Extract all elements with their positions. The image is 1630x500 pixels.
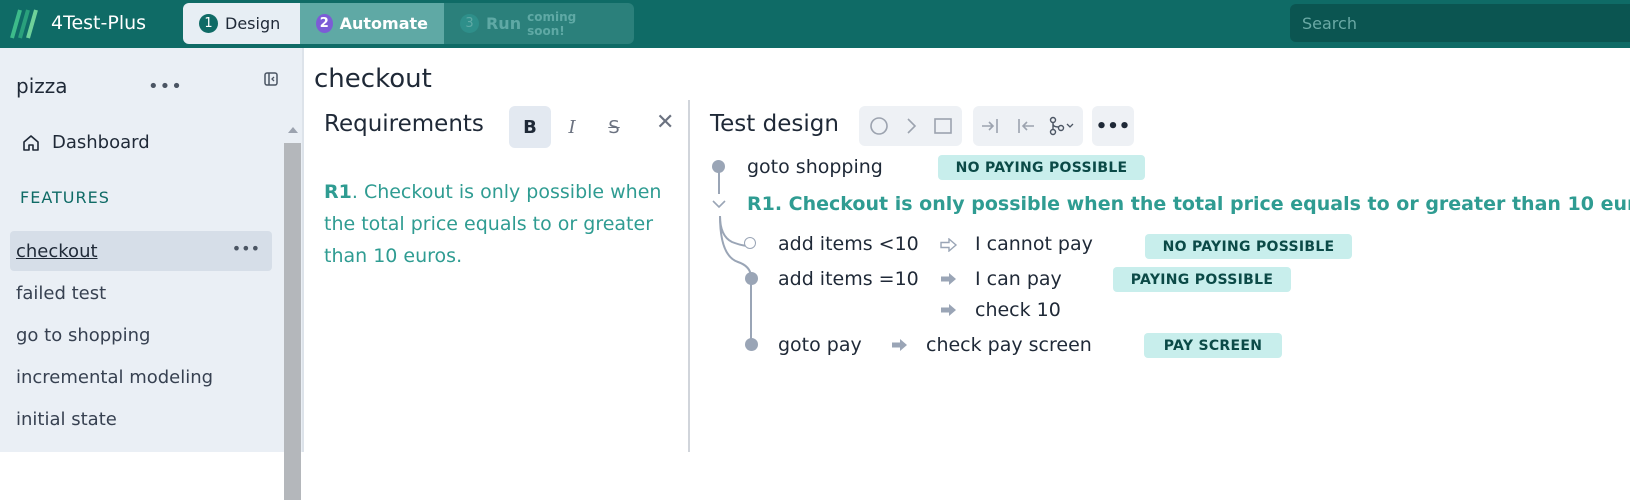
sidebar-item-label: checkout xyxy=(16,240,98,262)
sidebar-divider xyxy=(302,48,304,452)
node-dot[interactable] xyxy=(745,338,758,351)
tab-automate-number: 2 xyxy=(316,14,333,33)
tree-connector xyxy=(718,172,720,194)
scroll-thumb[interactable] xyxy=(284,143,301,500)
state-badge[interactable]: NO PAYING POSSIBLE xyxy=(1145,234,1352,259)
sidebar-item-go-to-shopping[interactable]: go to shopping xyxy=(10,315,272,355)
home-icon xyxy=(23,134,39,151)
test-design-title: Test design xyxy=(710,111,839,137)
branch-icon[interactable] xyxy=(1048,116,1076,136)
mode-tabs: 1 Design 2 Automate 3 Run coming soon! xyxy=(183,3,634,44)
features-heading: FEATURES xyxy=(20,188,110,207)
state-badge[interactable]: PAY SCREEN xyxy=(1144,333,1282,358)
dashboard-link[interactable]: Dashboard xyxy=(22,132,150,153)
tab-run-note: coming soon! xyxy=(527,9,577,38)
shape-toolbar xyxy=(859,106,962,146)
dashboard-label: Dashboard xyxy=(52,132,150,153)
node-result[interactable]: check pay screen xyxy=(926,334,1092,356)
chevron-down-icon[interactable] xyxy=(711,198,727,210)
strikethrough-button[interactable]: S xyxy=(593,106,635,148)
panel-divider[interactable] xyxy=(688,100,690,452)
sidebar: pizza ••• Dashboard FEATURES checkout ••… xyxy=(0,48,304,500)
node-result[interactable]: I can pay xyxy=(975,268,1062,290)
search-box xyxy=(1290,4,1630,42)
sidebar-item-checkout[interactable]: checkout ••• xyxy=(10,231,272,271)
node-action[interactable]: goto shopping xyxy=(747,156,883,178)
requirement-ref: R1 xyxy=(324,181,352,203)
node-action[interactable]: add items <10 xyxy=(778,233,919,255)
close-icon[interactable]: ✕ xyxy=(656,110,674,135)
arrow-right-outline-icon xyxy=(940,238,958,252)
page-title: checkout xyxy=(314,64,432,94)
node-dot[interactable] xyxy=(712,160,725,173)
sidebar-item-incremental-modeling[interactable]: incremental modeling xyxy=(10,357,272,397)
tab-design-number: 1 xyxy=(199,14,218,33)
item-more-icon[interactable]: ••• xyxy=(232,239,260,258)
tab-run-label: Run xyxy=(485,14,522,33)
requirements-title: Requirements xyxy=(324,111,484,137)
search-input[interactable] xyxy=(1300,12,1624,34)
tab-design[interactable]: 1 Design xyxy=(183,3,300,44)
state-badge[interactable]: NO PAYING POSSIBLE xyxy=(938,155,1145,180)
requirement-text[interactable]: R1. Checkout is only possible when the t… xyxy=(324,176,664,272)
node-dot[interactable] xyxy=(745,272,758,285)
project-more-icon[interactable]: ••• xyxy=(148,76,183,97)
tab-run-number: 3 xyxy=(460,14,479,33)
bold-button[interactable]: B xyxy=(509,106,551,148)
collapse-sidebar-icon[interactable] xyxy=(264,72,278,86)
node-result[interactable]: check 10 xyxy=(975,299,1061,321)
node-action[interactable]: add items =10 xyxy=(778,268,919,290)
sidebar-item-label: failed test xyxy=(16,282,107,304)
scroll-up-icon[interactable] xyxy=(288,127,298,133)
indent-toolbar xyxy=(973,106,1083,146)
arrow-right-icon xyxy=(941,304,956,316)
node-ring[interactable] xyxy=(744,237,756,249)
requirement-node[interactable]: R1. Checkout is only possible when the t… xyxy=(747,193,1630,215)
state-badge[interactable]: PAYING POSSIBLE xyxy=(1113,267,1291,292)
sidebar-item-label: incremental modeling xyxy=(16,366,214,388)
branch-connector xyxy=(719,216,752,344)
requirement-body: . Checkout is only possible when the tot… xyxy=(324,181,662,267)
node-action[interactable]: goto pay xyxy=(778,334,862,356)
sidebar-item-label: go to shopping xyxy=(16,324,151,346)
sidebar-item-label: initial state xyxy=(16,408,117,430)
indent-icon[interactable] xyxy=(980,116,1002,136)
tab-design-label: Design xyxy=(225,14,281,33)
chevron-right-icon[interactable] xyxy=(901,116,921,136)
sidebar-scrollbar[interactable] xyxy=(284,125,301,500)
project-title: pizza xyxy=(16,74,68,98)
app-name: 4Test-Plus xyxy=(51,12,147,34)
arrow-right-icon xyxy=(892,339,907,351)
node-result[interactable]: I cannot pay xyxy=(975,233,1093,255)
tab-run[interactable]: 3 Run coming soon! xyxy=(444,3,634,44)
square-node-icon[interactable] xyxy=(933,116,953,136)
outdent-icon[interactable] xyxy=(1014,116,1036,136)
top-bar: 4Test-Plus 1 Design 2 Automate 3 Run com… xyxy=(0,0,1630,48)
sidebar-item-failed-test[interactable]: failed test xyxy=(10,273,272,313)
tab-automate-label: Automate xyxy=(339,14,428,33)
logo-icon xyxy=(10,9,38,39)
arrow-right-icon xyxy=(941,273,956,285)
tab-automate[interactable]: 2 Automate xyxy=(300,3,444,44)
more-options-button[interactable]: ••• xyxy=(1092,106,1134,146)
circle-node-icon[interactable] xyxy=(869,116,889,136)
sidebar-item-initial-state[interactable]: initial state xyxy=(10,399,272,439)
italic-button[interactable]: I xyxy=(551,106,593,148)
